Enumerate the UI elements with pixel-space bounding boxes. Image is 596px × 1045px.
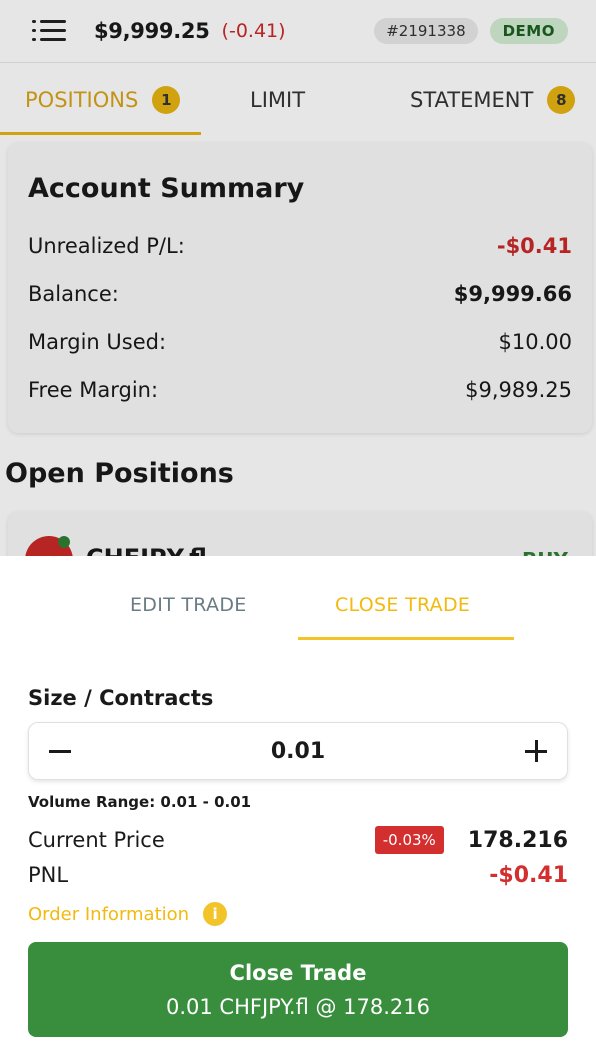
minus-icon[interactable]	[47, 738, 73, 764]
size-label: Size / Contracts	[28, 686, 214, 710]
volume-range: Volume Range: 0.01 - 0.01	[28, 793, 252, 811]
current-price-row: Current Price -0.03% 178.216	[28, 822, 568, 858]
order-information-link[interactable]: Order Information i	[28, 902, 228, 926]
plus-icon[interactable]	[523, 738, 549, 764]
tab-edit-trade[interactable]: EDIT TRADE	[130, 594, 247, 616]
modal-backdrop[interactable]	[0, 0, 596, 556]
size-stepper: 0.01	[28, 722, 568, 780]
pnl-row: PNL -$0.41	[28, 858, 568, 892]
close-trade-subtitle: 0.01 CHFJPY.fl @ 178.216	[165, 994, 431, 1019]
close-trade-sheet: EDIT TRADE CLOSE TRADE Size / Contracts …	[0, 556, 596, 1045]
pnl-value: -$0.41	[489, 862, 568, 888]
size-value[interactable]: 0.01	[271, 739, 325, 764]
info-icon[interactable]: i	[203, 902, 228, 926]
current-price-value: 178.216	[467, 827, 568, 853]
tab-close-trade[interactable]: CLOSE TRADE	[335, 594, 470, 616]
sheet-tabs: EDIT TRADE CLOSE TRADE	[0, 556, 596, 641]
pnl-label: PNL	[28, 863, 69, 887]
close-trade-button[interactable]: Close Trade 0.01 CHFJPY.fl @ 178.216	[28, 942, 568, 1037]
order-information-label: Order Information	[28, 903, 190, 925]
current-price-label: Current Price	[28, 828, 165, 852]
sheet-active-tab-indicator	[298, 637, 514, 640]
price-change-badge: -0.03%	[374, 826, 444, 854]
close-trade-title: Close Trade	[229, 960, 367, 985]
